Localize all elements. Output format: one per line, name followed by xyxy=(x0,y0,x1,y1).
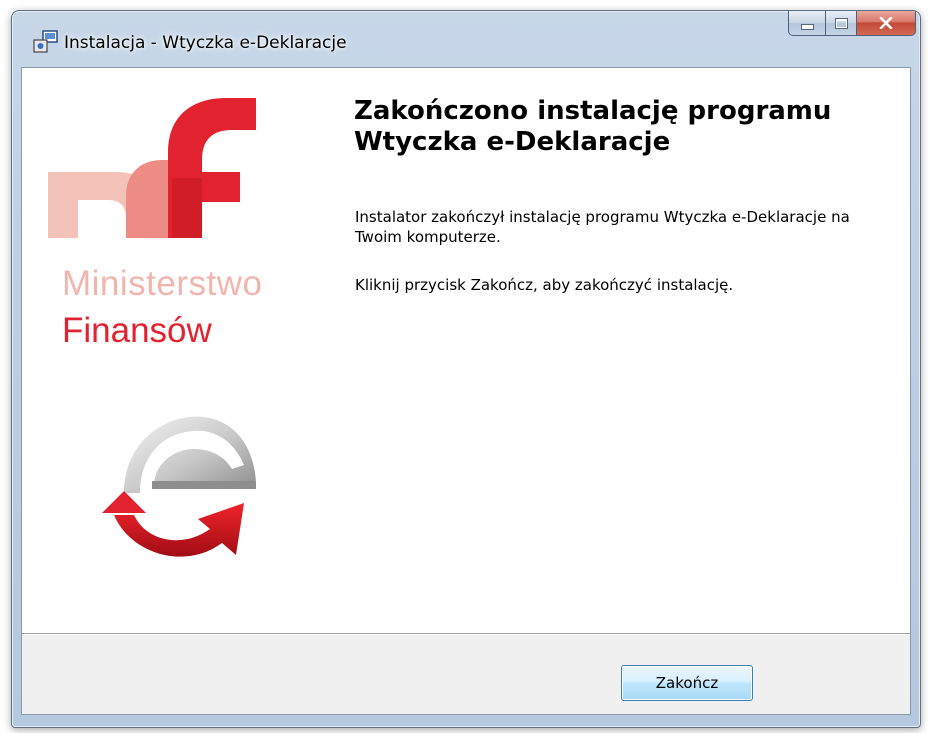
maximize-button[interactable] xyxy=(826,11,857,36)
button-bar: Zakończ xyxy=(22,635,910,714)
e-deklaracje-icon xyxy=(102,416,256,557)
dialog-client-area: Ministerstwo Finansów Zakończono instala… xyxy=(21,67,911,715)
installer-window: Instalacja - Wtyczka e-Deklaracje Minist… xyxy=(11,10,921,728)
instruction-text: Kliknij przycisk Zakończ, aby zakończyć … xyxy=(355,276,734,294)
close-button[interactable] xyxy=(857,11,916,36)
close-icon xyxy=(879,17,893,29)
mf-logo-mark xyxy=(48,98,256,238)
page-heading: Zakończono instalację programu Wtyczka e… xyxy=(354,96,832,157)
installer-icon xyxy=(32,30,60,54)
maximize-icon xyxy=(834,17,848,29)
minimize-button[interactable] xyxy=(788,11,826,36)
caption-buttons xyxy=(788,11,916,37)
window-title: Instalacja - Wtyczka e-Deklaracje xyxy=(64,33,347,53)
title-bar[interactable]: Instalacja - Wtyczka e-Deklaracje xyxy=(12,11,920,67)
completion-message: Instalator zakończył instalację programu… xyxy=(355,208,850,246)
logo-text-finansow: Finansów xyxy=(62,311,212,350)
sidebar-logo: Ministerstwo Finansów xyxy=(22,68,322,588)
minimize-icon xyxy=(800,24,814,30)
finish-button[interactable]: Zakończ xyxy=(621,665,753,701)
logo-text-ministerstwo: Ministerstwo xyxy=(62,264,263,303)
